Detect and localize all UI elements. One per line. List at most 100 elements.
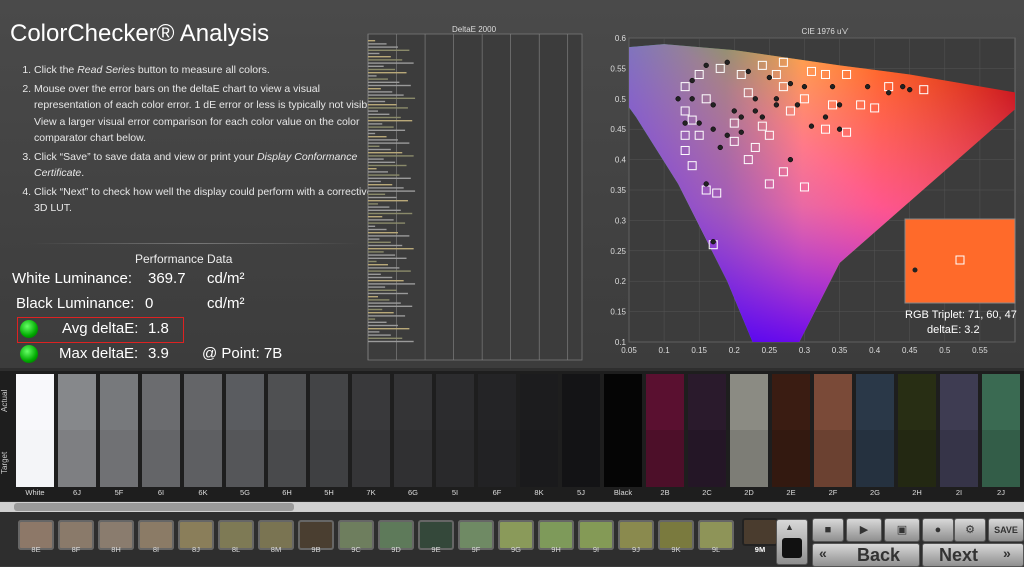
deltae-bar[interactable] xyxy=(368,56,391,58)
deltae-bar[interactable] xyxy=(368,52,380,55)
deltae-bar[interactable] xyxy=(368,94,404,96)
deltae-bar[interactable] xyxy=(368,43,387,45)
deltae-bar[interactable] xyxy=(368,292,408,295)
deltae-bar[interactable] xyxy=(368,116,401,119)
deltae-bar[interactable] xyxy=(368,318,376,320)
deltae-bar[interactable] xyxy=(368,142,410,144)
deltae-bar[interactable] xyxy=(368,308,383,311)
color-chip[interactable] xyxy=(394,374,432,487)
deltae-bar[interactable] xyxy=(368,65,384,67)
patch-swatch[interactable] xyxy=(742,518,778,546)
deltae-bar[interactable] xyxy=(368,126,394,128)
color-chip[interactable] xyxy=(730,374,768,487)
deltae-bar[interactable] xyxy=(368,283,416,285)
settings-button[interactable]: ⚙ xyxy=(954,518,986,542)
deltae-bar[interactable] xyxy=(368,129,406,131)
color-chip[interactable] xyxy=(814,374,852,487)
deltae-bar[interactable] xyxy=(368,270,411,272)
color-chip[interactable] xyxy=(310,374,348,487)
deltae-bar[interactable] xyxy=(368,228,387,231)
deltae-bar[interactable] xyxy=(368,324,398,327)
deltae-bar[interactable] xyxy=(368,212,413,215)
color-chip[interactable] xyxy=(352,374,390,487)
color-chip[interactable] xyxy=(436,374,474,487)
deltae-bar[interactable] xyxy=(368,148,391,151)
deltae-bar[interactable] xyxy=(368,97,416,99)
deltae-bar[interactable] xyxy=(368,289,397,291)
deltae-bar[interactable] xyxy=(368,100,386,103)
scroll-control[interactable]: ▲ xyxy=(776,519,808,565)
deltae-bar[interactable] xyxy=(368,84,411,87)
deltae-bar[interactable] xyxy=(368,238,380,240)
deltae-bar[interactable] xyxy=(368,91,393,93)
deltae-bar[interactable] xyxy=(368,193,386,195)
deltae-bar[interactable] xyxy=(368,328,410,330)
deltae-bar[interactable] xyxy=(368,107,408,109)
deltae-bar[interactable] xyxy=(368,155,414,157)
deltae-bar[interactable] xyxy=(368,232,398,234)
deltae-bar[interactable] xyxy=(368,203,378,205)
deltae-bar[interactable] xyxy=(368,225,376,227)
deltae-bar[interactable] xyxy=(368,88,381,90)
deltae-bar[interactable] xyxy=(368,305,413,307)
color-chip[interactable] xyxy=(268,374,306,487)
color-chip[interactable] xyxy=(982,374,1020,487)
color-chip[interactable] xyxy=(562,374,600,487)
color-chip[interactable] xyxy=(100,374,138,487)
deltae-bar[interactable] xyxy=(368,273,381,275)
cie-chart[interactable]: CIE 1976 u'v' 0.05 0.1 0.15 0.2 0.25 0.3 0.35 0… xyxy=(605,22,1020,367)
color-chip[interactable] xyxy=(688,374,726,487)
deltae-bar[interactable] xyxy=(368,158,384,160)
deltae-bar[interactable] xyxy=(368,302,401,304)
deltae-bar[interactable] xyxy=(368,164,407,167)
color-chip[interactable] xyxy=(184,374,222,487)
deltae-bar[interactable] xyxy=(368,75,377,77)
deltae-bar[interactable] xyxy=(368,241,391,243)
deltae-bar[interactable] xyxy=(368,235,410,237)
deltae-bar[interactable] xyxy=(368,180,381,183)
color-chip[interactable] xyxy=(856,374,894,487)
deltae-bar[interactable] xyxy=(368,280,404,282)
color-chip[interactable] xyxy=(898,374,936,487)
deltae-bar[interactable] xyxy=(368,244,403,247)
deltae-bar[interactable] xyxy=(368,196,397,199)
deltae-bar[interactable] xyxy=(368,46,398,48)
deltae-bar[interactable] xyxy=(368,254,396,256)
color-chip[interactable] xyxy=(520,374,558,487)
stop-button[interactable]: ■ xyxy=(812,518,844,542)
meter-button[interactable]: ● xyxy=(922,518,954,542)
deltae-bar[interactable] xyxy=(368,264,388,266)
deltae-bar[interactable] xyxy=(368,251,384,253)
deltae-bar[interactable] xyxy=(368,171,388,173)
save-button[interactable]: SAVE xyxy=(988,518,1024,542)
deltae-bar[interactable] xyxy=(368,331,380,333)
color-chip[interactable] xyxy=(772,374,810,487)
deltae-bar[interactable] xyxy=(368,260,377,263)
deltae-bar[interactable] xyxy=(368,200,408,202)
deltae-bar[interactable] xyxy=(368,299,390,301)
deltae-bar[interactable] xyxy=(368,219,394,221)
deltae-bar[interactable] xyxy=(368,209,401,211)
deltae-bar[interactable] xyxy=(368,40,376,42)
color-chip[interactable] xyxy=(226,374,264,487)
deltae-bar[interactable] xyxy=(368,145,380,147)
deltae-bar[interactable] xyxy=(368,81,400,83)
deltae-bar[interactable] xyxy=(368,184,393,186)
color-chip[interactable] xyxy=(16,374,54,487)
color-chip[interactable] xyxy=(58,374,96,487)
deltae-bar[interactable] xyxy=(368,168,377,170)
deltae-bar[interactable] xyxy=(368,72,407,74)
deltae-bar[interactable] xyxy=(368,78,388,80)
deltae-bar[interactable] xyxy=(368,340,414,343)
back-button[interactable]: « Back xyxy=(812,543,920,567)
deltae-bar[interactable] xyxy=(368,104,397,106)
deltae-bar[interactable] xyxy=(368,334,391,336)
deltae-bar[interactable] xyxy=(368,257,407,259)
deltae-bar[interactable] xyxy=(368,120,413,122)
play-button[interactable]: ▶ xyxy=(846,518,882,542)
save-disk-button[interactable]: ▣ xyxy=(884,518,920,542)
deltae-bar[interactable] xyxy=(368,174,400,176)
comparator-scroll-thumb[interactable] xyxy=(14,503,294,511)
color-chip[interactable] xyxy=(940,374,978,487)
deltae-bar[interactable] xyxy=(368,187,404,189)
